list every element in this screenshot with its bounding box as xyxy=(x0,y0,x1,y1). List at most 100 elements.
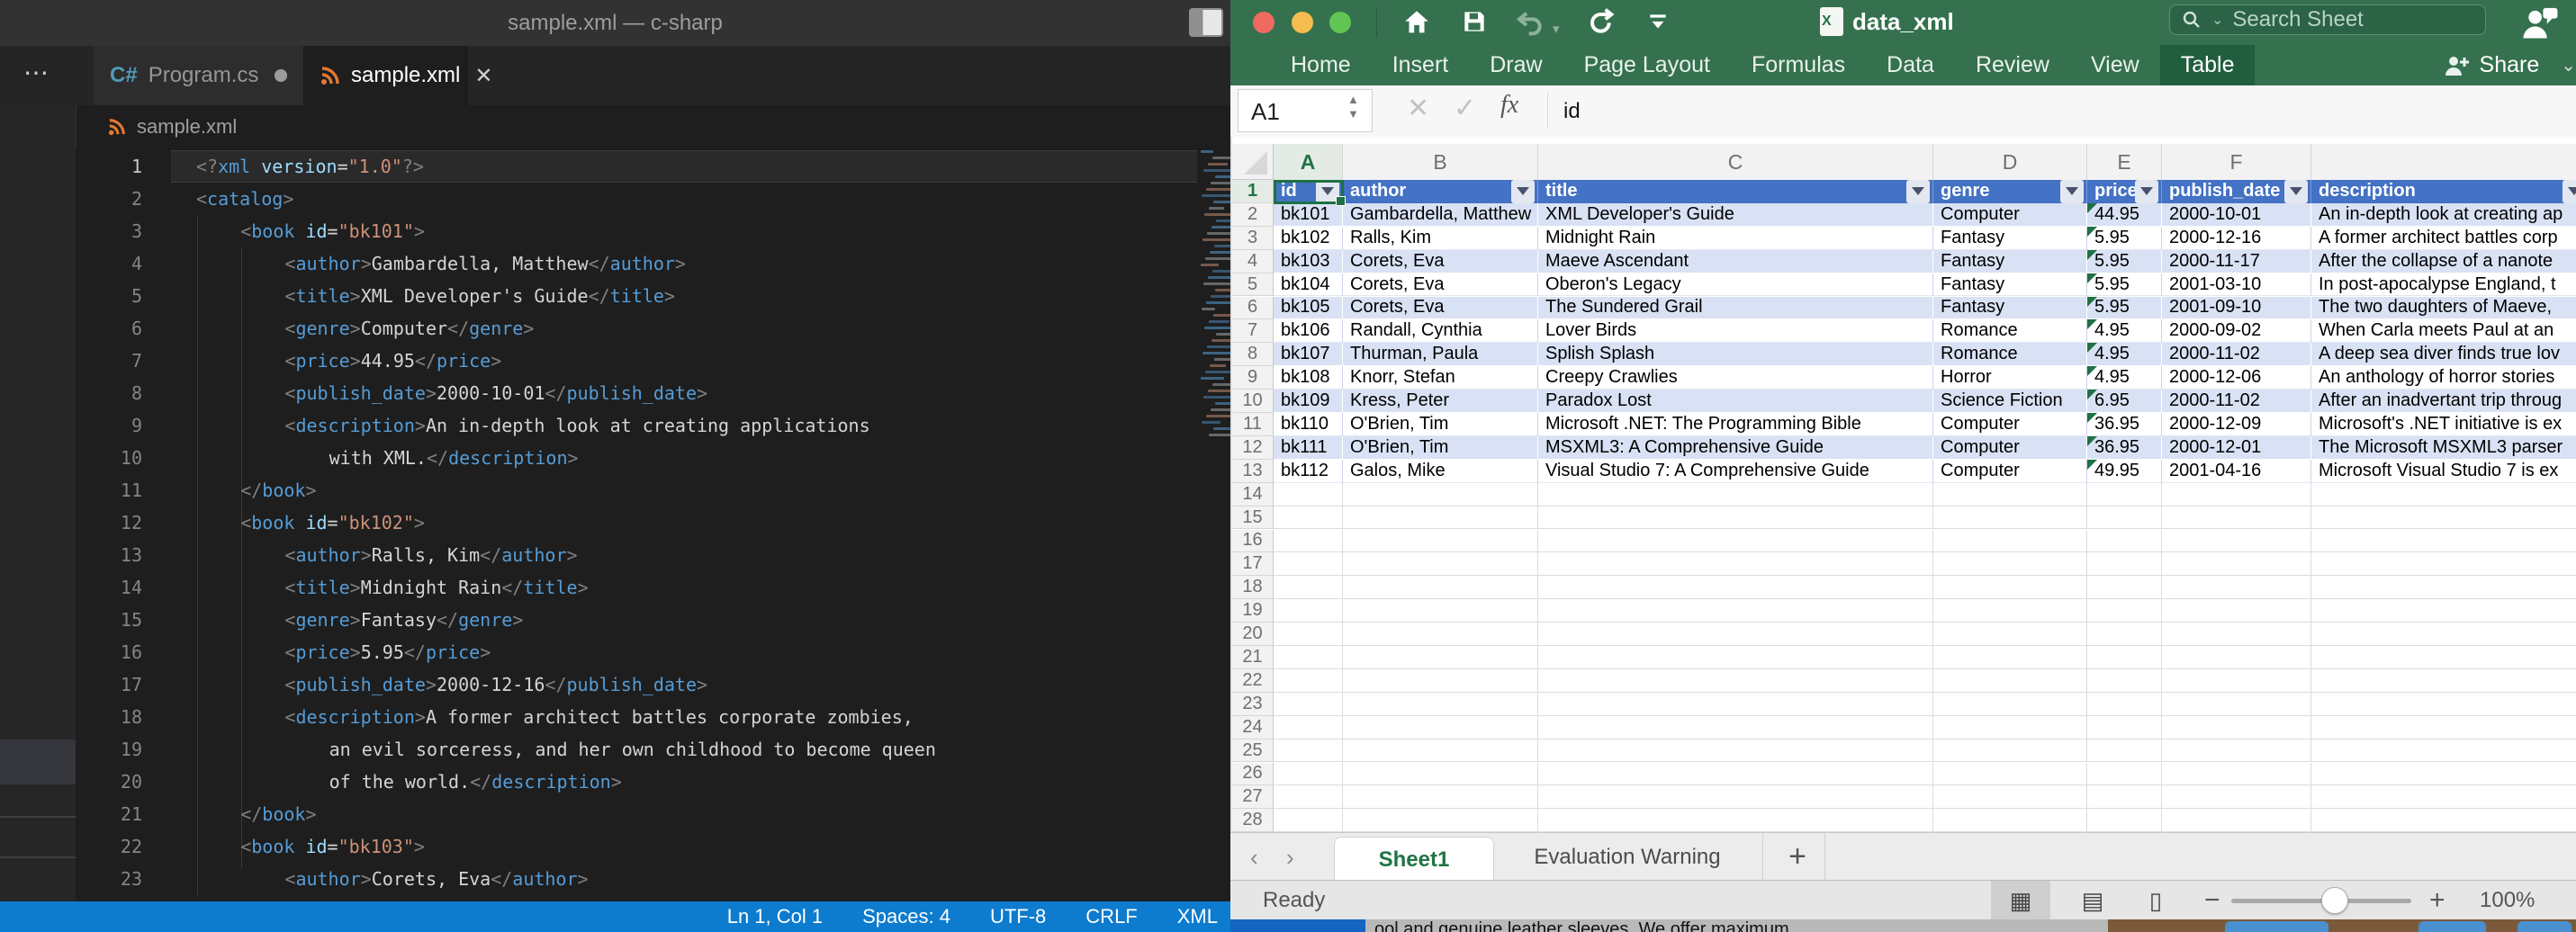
row-header-25[interactable]: 25 xyxy=(1232,739,1274,763)
code-line[interactable]: 13<author>Ralls, Kim</author> xyxy=(76,539,1230,571)
filter-dropdown-icon[interactable] xyxy=(1511,180,1535,203)
empty-cell[interactable] xyxy=(1274,576,1343,599)
empty-cell[interactable] xyxy=(1933,763,2087,786)
empty-cell[interactable] xyxy=(2162,693,2311,716)
filter-dropdown-icon[interactable] xyxy=(1906,180,1930,203)
cell[interactable]: The Sundered Grail xyxy=(1538,297,1933,320)
cell[interactable]: Microsoft .NET: The Programming Bible xyxy=(1538,413,1933,436)
empty-cell[interactable] xyxy=(1274,763,1343,786)
table-header-author[interactable]: author xyxy=(1343,180,1538,203)
empty-cell[interactable] xyxy=(2311,599,2576,623)
code-line[interactable]: 17<publish_date>2000-12-16</publish_date… xyxy=(76,668,1230,701)
empty-cell[interactable] xyxy=(1538,809,1933,832)
cell[interactable]: 36.95 xyxy=(2087,436,2162,460)
cell[interactable]: The Microsoft MSXML3 parser xyxy=(2311,436,2576,460)
row-header-24[interactable]: 24 xyxy=(1232,716,1274,739)
empty-cell[interactable] xyxy=(1933,785,2087,809)
column-header-B[interactable]: B xyxy=(1343,144,1538,180)
cell[interactable]: 5.95 xyxy=(2087,297,2162,320)
statusbar-item[interactable]: Ln 1, Col 1 xyxy=(727,905,823,928)
cell[interactable]: 5.95 xyxy=(2087,273,2162,297)
row-header-17[interactable]: 17 xyxy=(1232,552,1274,576)
empty-cell[interactable] xyxy=(2311,785,2576,809)
code-line[interactable]: 18<description>A former architect battle… xyxy=(76,701,1230,733)
code-line[interactable]: 20of the world.</description> xyxy=(76,766,1230,798)
tab-overflow-ellipsis[interactable]: ⋯ xyxy=(23,46,51,105)
empty-cell[interactable] xyxy=(1933,576,2087,599)
row-header-26[interactable]: 26 xyxy=(1232,763,1274,786)
formula-cancel-icon[interactable]: ✕ xyxy=(1407,93,1429,124)
cell[interactable]: Microsoft's .NET initiative is ex xyxy=(2311,413,2576,436)
cell[interactable]: Ralls, Kim xyxy=(1343,227,1538,250)
cell[interactable]: bk110 xyxy=(1274,413,1343,436)
code-line[interactable]: 15<genre>Fantasy</genre> xyxy=(76,604,1230,636)
empty-cell[interactable] xyxy=(2162,483,2311,506)
empty-cell[interactable] xyxy=(1274,623,1343,646)
cell[interactable]: 2000-09-02 xyxy=(2162,319,2311,343)
row-header-5[interactable]: 5 xyxy=(1232,273,1274,297)
code-line[interactable]: 21</book> xyxy=(76,798,1230,830)
collapsed-sidebar-rail[interactable] xyxy=(0,105,77,901)
cell[interactable]: 2000-12-16 xyxy=(2162,227,2311,250)
cell[interactable]: 4.95 xyxy=(2087,366,2162,390)
insert-function-icon[interactable]: fx xyxy=(1500,91,1518,120)
empty-cell[interactable] xyxy=(1343,646,1538,669)
ribbon-tab-insert[interactable]: Insert xyxy=(1372,45,1470,85)
empty-cell[interactable] xyxy=(2162,576,2311,599)
cell[interactable]: O'Brien, Tim xyxy=(1343,436,1538,460)
cell[interactable]: Romance xyxy=(1933,319,2087,343)
cell[interactable]: Computer xyxy=(1933,436,2087,460)
statusbar-item[interactable]: UTF-8 xyxy=(990,905,1046,928)
code-line[interactable]: 23<author>Corets, Eva</author> xyxy=(76,863,1230,895)
empty-cell[interactable] xyxy=(2311,739,2576,763)
empty-cell[interactable] xyxy=(1274,646,1343,669)
cell[interactable]: Fantasy xyxy=(1933,273,2087,297)
code-line[interactable]: 7<price>44.95</price> xyxy=(76,345,1230,377)
empty-cell[interactable] xyxy=(2162,506,2311,530)
cell[interactable]: Galos, Mike xyxy=(1343,460,1538,483)
cell[interactable]: 2000-12-01 xyxy=(2162,436,2311,460)
ribbon-tab-formulas[interactable]: Formulas xyxy=(1731,45,1866,85)
table-header-price[interactable]: price xyxy=(2087,180,2162,203)
cell[interactable]: bk108 xyxy=(1274,366,1343,390)
empty-cell[interactable] xyxy=(1343,506,1538,530)
cell[interactable]: The two daughters of Maeve, xyxy=(2311,297,2576,320)
empty-cell[interactable] xyxy=(2087,763,2162,786)
empty-cell[interactable] xyxy=(1274,530,1343,553)
row-header-8[interactable]: 8 xyxy=(1232,343,1274,366)
cell[interactable]: Creepy Crawlies xyxy=(1538,366,1933,390)
formula-input[interactable]: id xyxy=(1563,85,1581,137)
empty-cell[interactable] xyxy=(2162,669,2311,693)
empty-cell[interactable] xyxy=(1343,669,1538,693)
empty-cell[interactable] xyxy=(1274,809,1343,832)
empty-cell[interactable] xyxy=(2162,809,2311,832)
empty-cell[interactable] xyxy=(1933,809,2087,832)
empty-cell[interactable] xyxy=(1274,483,1343,506)
share-button[interactable]: Share⌄ xyxy=(2444,52,2576,78)
cell[interactable]: Thurman, Paula xyxy=(1343,343,1538,366)
empty-cell[interactable] xyxy=(1343,693,1538,716)
cell[interactable]: Computer xyxy=(1933,203,2087,227)
empty-cell[interactable] xyxy=(2162,623,2311,646)
cell[interactable]: 2001-03-10 xyxy=(2162,273,2311,297)
column-header-D[interactable]: D xyxy=(1933,144,2087,180)
cell[interactable]: 4.95 xyxy=(2087,319,2162,343)
column-header-C[interactable]: C xyxy=(1538,144,1933,180)
cell[interactable]: Lover Birds xyxy=(1538,319,1933,343)
empty-cell[interactable] xyxy=(1343,552,1538,576)
empty-cell[interactable] xyxy=(1538,785,1933,809)
sheet-next-icon[interactable]: › xyxy=(1286,844,1294,872)
cell[interactable]: Computer xyxy=(1933,413,2087,436)
empty-cell[interactable] xyxy=(2162,530,2311,553)
ribbon-tab-draw[interactable]: Draw xyxy=(1469,45,1563,85)
row-header-4[interactable]: 4 xyxy=(1232,250,1274,273)
column-header-F[interactable]: F xyxy=(2162,144,2311,180)
name-box-steppers[interactable]: ▲▼ xyxy=(1347,93,1359,121)
cell[interactable]: Midnight Rain xyxy=(1538,227,1933,250)
sheet-tab-sheet1[interactable]: Sheet1 xyxy=(1334,837,1494,882)
cell[interactable]: bk104 xyxy=(1274,273,1343,297)
cell[interactable]: bk101 xyxy=(1274,203,1343,227)
cell[interactable]: Computer xyxy=(1933,460,2087,483)
row-header-16[interactable]: 16 xyxy=(1232,530,1274,553)
cell[interactable]: Horror xyxy=(1933,366,2087,390)
